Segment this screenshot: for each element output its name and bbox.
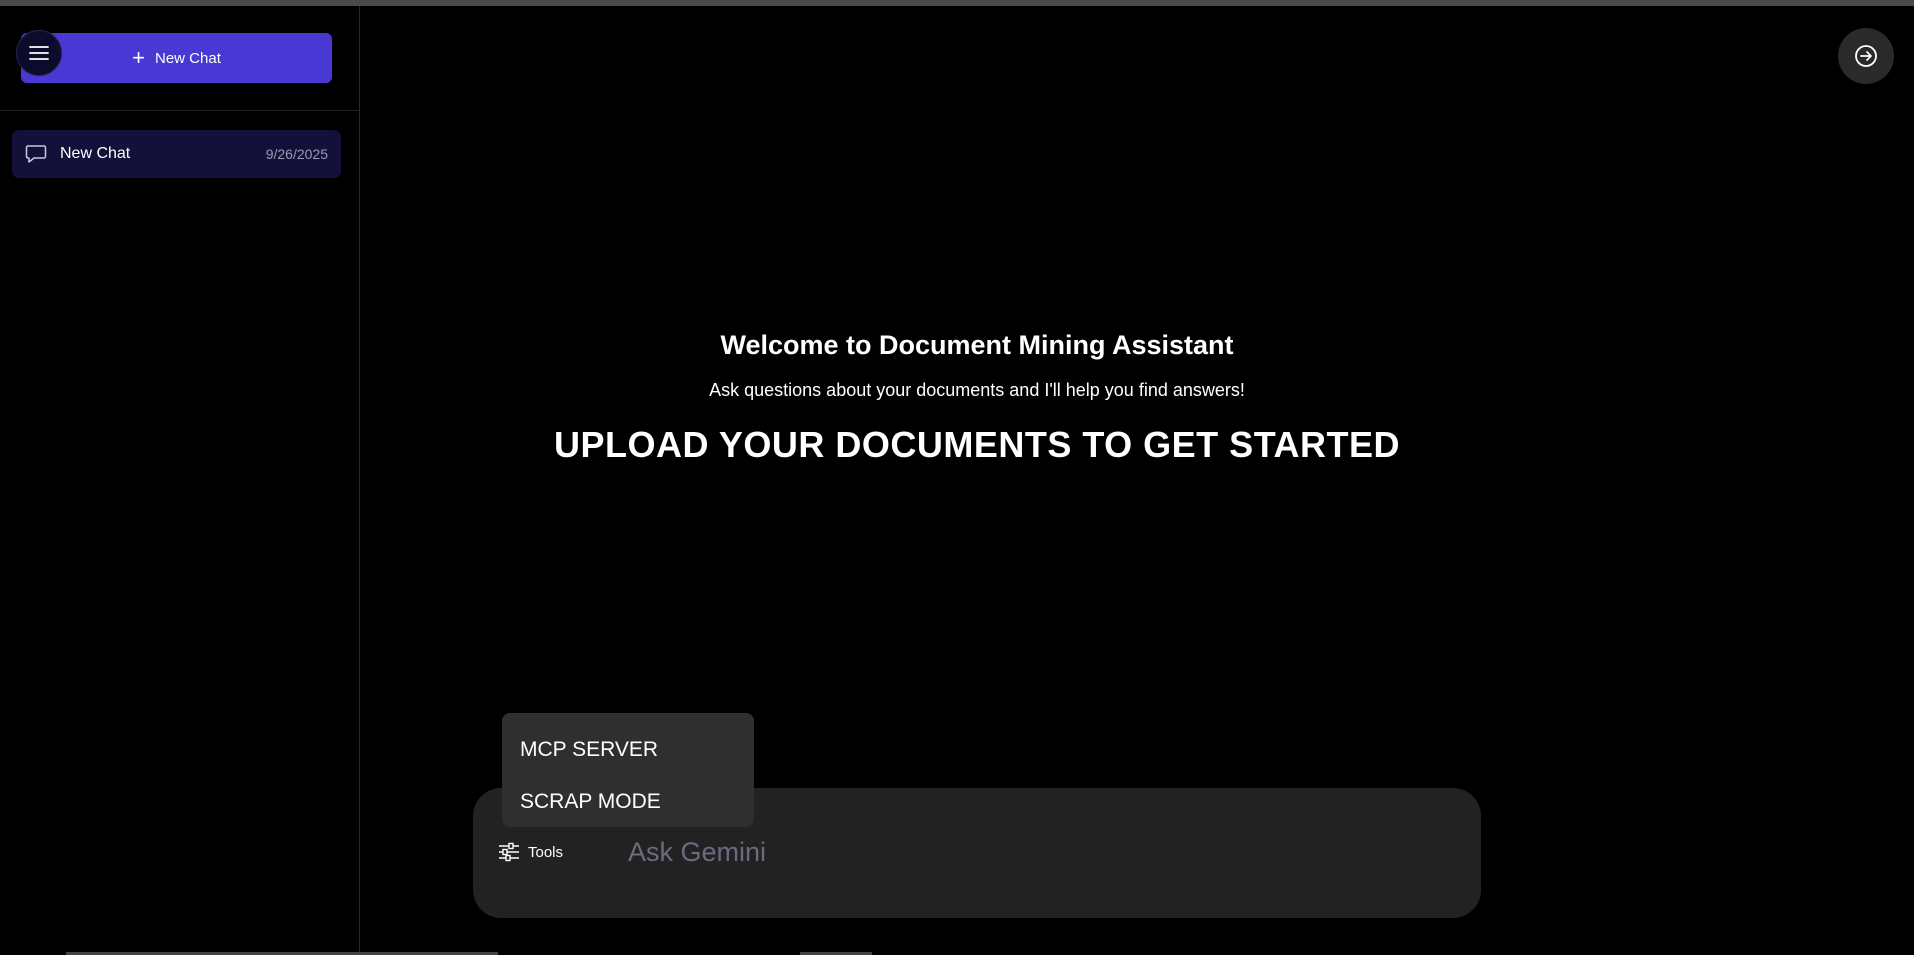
new-chat-button[interactable]: + New Chat — [21, 33, 332, 83]
chat-bubble-icon — [25, 145, 47, 163]
new-chat-button-label: New Chat — [155, 49, 221, 67]
tools-menu-item-scrap-mode[interactable]: SCRAP MODE — [502, 776, 754, 828]
upload-prompt-heading: UPLOAD YOUR DOCUMENTS TO GET STARTED — [553, 424, 1401, 465]
tools-menu-item-mcp-server[interactable]: MCP SERVER — [502, 724, 754, 776]
tools-menu: MCP SERVER SCRAP MODE — [502, 713, 754, 827]
chat-item-label: New Chat — [60, 145, 131, 162]
logout-button[interactable] — [1838, 28, 1894, 84]
menu-toggle-button[interactable] — [16, 30, 62, 76]
tools-button-label: Tools — [528, 843, 564, 861]
plus-icon: + — [132, 45, 145, 70]
sidebar-divider — [0, 110, 360, 111]
welcome-subtitle: Ask questions about your documents and I… — [709, 380, 1245, 400]
sliders-icon — [499, 842, 519, 862]
logout-icon — [1855, 45, 1877, 67]
menu-icon — [29, 46, 49, 60]
welcome-title: Welcome to Document Mining Assistant — [720, 330, 1234, 360]
chat-item-date: 9/26/2025 — [265, 146, 328, 162]
tools-button[interactable]: Tools — [498, 840, 563, 864]
chat-list-item[interactable]: New Chat 9/26/2025 — [12, 130, 341, 178]
sidebar: + New Chat New Chat 9/26/2025 — [0, 6, 360, 955]
ask-input[interactable] — [628, 830, 1448, 874]
